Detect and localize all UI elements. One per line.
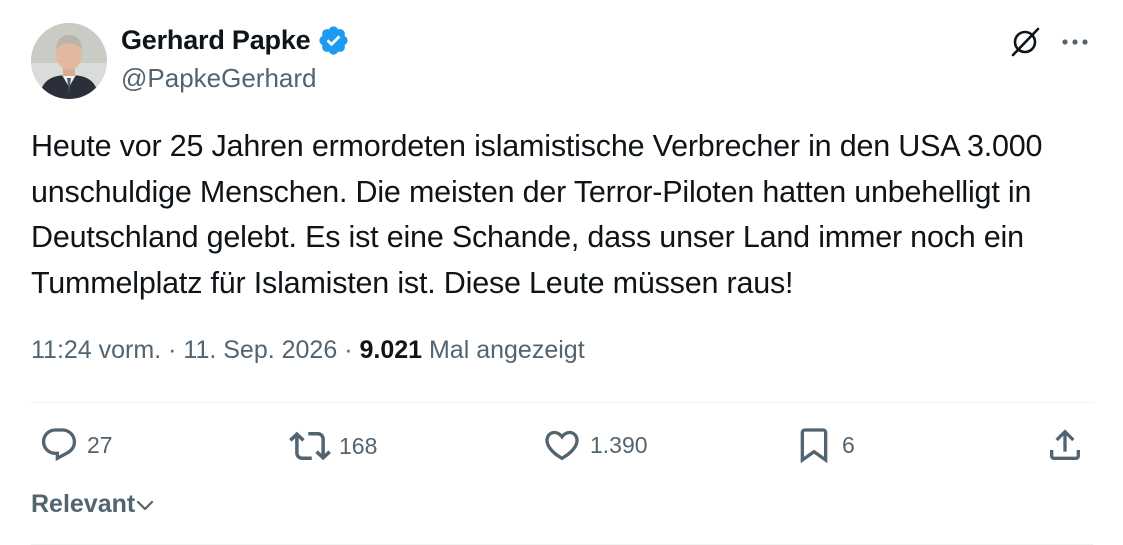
reply-button[interactable]: 27 [39, 425, 113, 465]
repost-icon [289, 431, 331, 461]
tweet-date[interactable]: 11. Sep. 2026 [183, 336, 337, 364]
meta-separator: · [168, 336, 177, 364]
avatar-photo [31, 23, 107, 99]
share-icon [1050, 429, 1080, 460]
meta-separator: · [344, 336, 353, 364]
views-count: 9.021 [359, 336, 423, 364]
more-icon[interactable] [1055, 22, 1095, 62]
bookmark-button[interactable]: 6 [794, 425, 855, 465]
repost-button[interactable]: 168 [289, 425, 377, 467]
reply-icon [41, 428, 77, 462]
tweet-time[interactable]: 11:24 vorm. [31, 336, 161, 364]
grok-icon[interactable] [1005, 22, 1045, 62]
repost-count: 168 [339, 432, 378, 459]
tweet-meta: 11:24 vorm. · 11. Sep. 2026 · 9.021 Mal … [31, 336, 585, 365]
bookmark-icon [800, 428, 828, 464]
tweet-text: Heute vor 25 Jahren ermordeten islamisti… [31, 129, 1043, 300]
sort-dropdown[interactable]: Relevant [31, 490, 155, 519]
sort-label: Relevant [31, 490, 136, 518]
author-display-name[interactable]: Gerhard Papke [121, 25, 311, 56]
avatar[interactable] [31, 23, 107, 99]
like-icon [545, 430, 579, 461]
views-label: Mal angezeigt [428, 336, 585, 364]
share-button[interactable] [1045, 425, 1085, 465]
like-button[interactable]: 1.390 [542, 425, 648, 465]
like-count: 1.390 [590, 431, 648, 458]
author-name-row: Gerhard Papke [121, 24, 350, 57]
author-handle[interactable]: @PapkeGerhard [121, 63, 317, 94]
verified-badge-icon[interactable] [317, 24, 350, 57]
chevron-down-icon [137, 500, 154, 510]
divider [31, 402, 1093, 403]
reply-count: 27 [87, 431, 113, 458]
bookmark-count: 6 [842, 431, 855, 458]
